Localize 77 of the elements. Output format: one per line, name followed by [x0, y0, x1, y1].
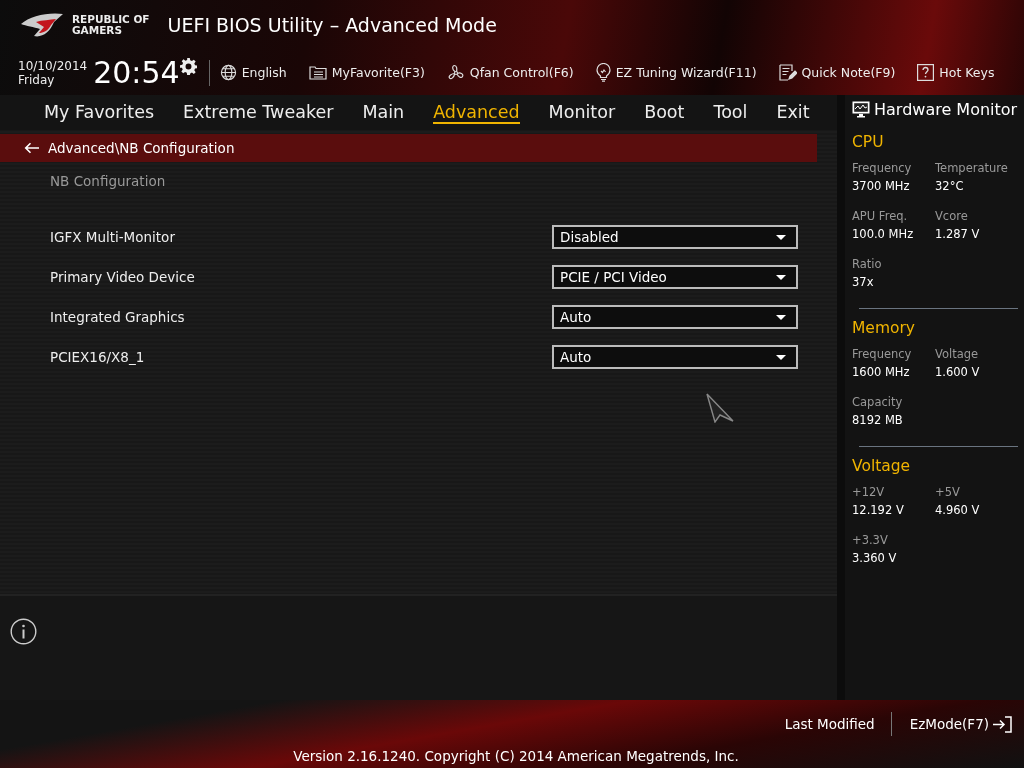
fan-icon	[446, 63, 465, 82]
section-heading: Voltage	[852, 457, 912, 475]
logo-text: GAMERS	[72, 25, 123, 36]
reading-label: APU Freq.	[852, 209, 909, 223]
date-text: 10/10/2014	[18, 58, 88, 73]
dropdown[interactable]: Auto	[552, 305, 798, 329]
breadcrumb-text: Advanced\NB Configuration	[48, 140, 235, 156]
setting-label: IGFX Multi-Monitor	[50, 229, 175, 245]
reading-value: 12.192 V	[852, 503, 905, 517]
menu-tab[interactable]: Boot	[644, 101, 685, 124]
monitor-icon	[852, 100, 870, 118]
setting-label: Primary Video Device	[50, 269, 195, 285]
toolbar-button[interactable]: EZ Tuning Wizard(F11)	[595, 63, 757, 82]
version-text: Version 2.16.1240. Copyright (C) 2014 American Megatrends, Inc.	[293, 748, 739, 764]
info-icon[interactable]	[10, 618, 37, 645]
caret-icon	[776, 314, 786, 320]
caret-icon	[776, 234, 786, 240]
panel-title: Hardware Monitor	[874, 99, 1018, 119]
logo-eye-icon	[20, 12, 64, 38]
day-text: Friday	[18, 72, 56, 87]
toolbar-button[interactable]: Quick Note(F9)	[778, 64, 896, 81]
reading-value: 1600 MHz	[852, 365, 911, 379]
reading-label: Ratio	[852, 257, 883, 271]
last-modified-button[interactable]: Last Modified	[784, 716, 875, 732]
menu-tab[interactable]: My Favorites	[44, 101, 155, 124]
note-pencil-icon	[778, 64, 797, 81]
toolbar-button[interactable]: Hot Keys	[917, 64, 995, 81]
dropdown[interactable]: PCIE / PCI Video	[552, 265, 798, 289]
ez-mode-button[interactable]: EzMode(F7)	[909, 715, 1012, 733]
reading-value: 1.287 V	[935, 227, 981, 241]
reading-value: 1.600 V	[935, 365, 981, 379]
window-title: UEFI BIOS Utility – Advanced Mode	[167, 14, 497, 36]
reading-label: Frequency	[852, 161, 913, 175]
list-icon	[308, 65, 327, 80]
menu-tab[interactable]: Advanced	[433, 101, 520, 124]
reading-label: Voltage	[935, 347, 980, 361]
logo-text: REPUBLIC OF	[72, 14, 150, 25]
section-heading: CPU	[852, 133, 885, 151]
back-arrow-icon[interactable]	[24, 142, 40, 154]
reading-value: 3.360 V	[852, 551, 898, 565]
reading-label: Temperature	[935, 161, 1009, 175]
reading-label: Frequency	[852, 347, 913, 361]
reading-value: 32°C	[935, 179, 965, 193]
reading-label: Vcore	[935, 209, 969, 223]
lightbulb-icon	[595, 63, 611, 82]
reading-label: +3.3V	[852, 533, 889, 547]
menu-tab[interactable]: Extreme Tweaker	[183, 101, 334, 124]
help-icon	[917, 64, 935, 81]
clock-time: 20:54	[93, 57, 180, 88]
caret-icon	[776, 354, 786, 360]
menu-tab[interactable]: Exit	[776, 101, 810, 124]
reading-value: 4.960 V	[935, 503, 981, 517]
setting-label: PCIEX16/X8_1	[50, 349, 145, 365]
reading-label: +12V	[852, 485, 886, 499]
settings-icon[interactable]	[179, 58, 197, 75]
menu-tab[interactable]: Main	[362, 101, 405, 124]
breadcrumb-bar[interactable]: Advanced\NB Configuration	[0, 134, 817, 162]
section-heading: Memory	[852, 319, 917, 337]
toolbar-button[interactable]: English	[219, 64, 287, 81]
menu-tab[interactable]: Monitor	[548, 101, 616, 124]
globe-icon	[219, 64, 237, 81]
caret-icon	[776, 274, 786, 280]
reading-label: Capacity	[852, 395, 904, 409]
reading-value: 3700 MHz	[852, 179, 911, 193]
dropdown[interactable]: Auto	[552, 345, 798, 369]
reading-value: 100.0 MHz	[852, 227, 915, 241]
reading-label: +5V	[935, 485, 961, 499]
toolbar-button[interactable]: Qfan Control(F6)	[446, 63, 574, 82]
exit-icon	[992, 715, 1012, 733]
dropdown[interactable]: Disabled	[552, 225, 798, 249]
setting-label: Integrated Graphics	[50, 309, 185, 325]
toolbar-button[interactable]: MyFavorite(F3)	[308, 65, 425, 80]
reading-value: 8192 MB	[852, 413, 904, 427]
menu-tab[interactable]: Tool	[713, 101, 748, 124]
mouse-cursor-icon	[706, 393, 734, 423]
reading-value: 37x	[852, 275, 875, 289]
section-title: NB Configuration	[50, 173, 166, 189]
